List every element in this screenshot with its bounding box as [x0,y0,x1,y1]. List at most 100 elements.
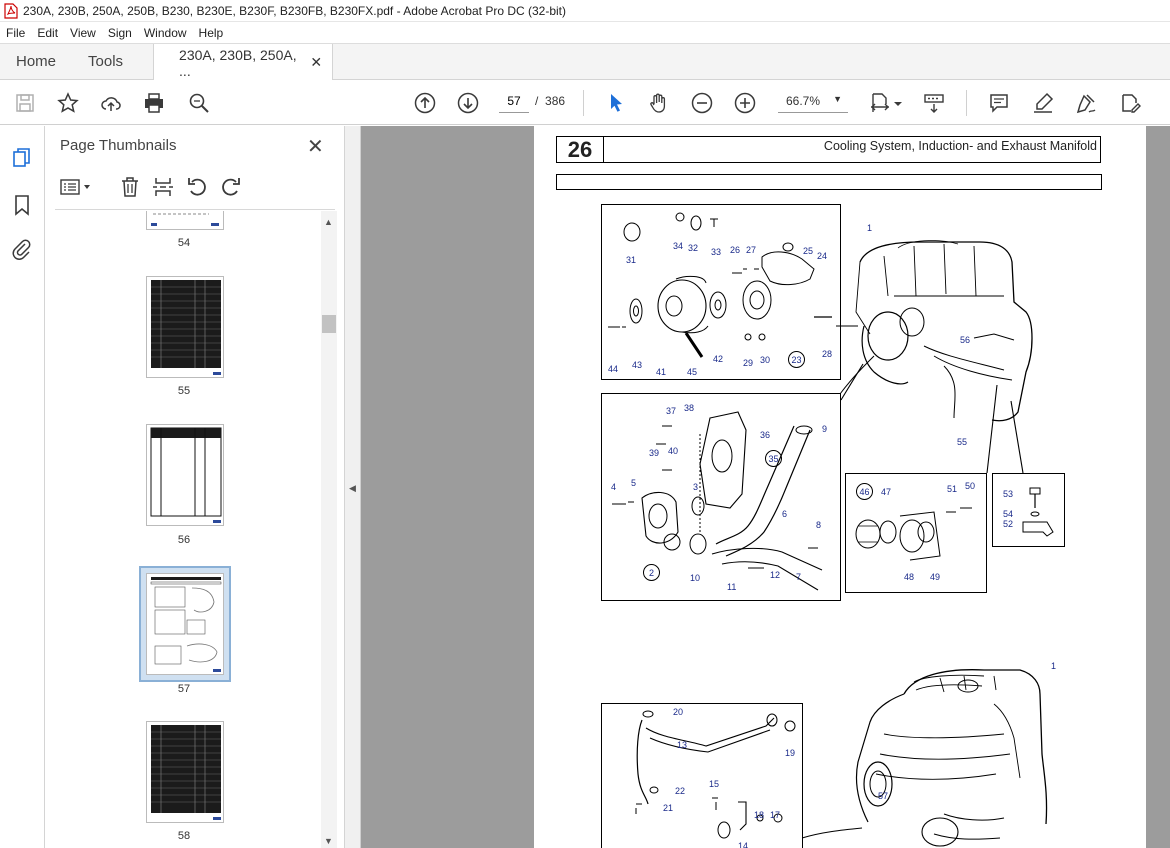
panel-splitter[interactable]: ◀ [345,126,361,848]
zoom-level-select[interactable]: 66.7% ▼ [778,89,848,113]
page-fit-icon[interactable] [868,91,892,115]
part-label: 34 [673,241,684,251]
page-fit-dropdown-icon[interactable] [893,91,903,115]
part-label: 43 [632,360,643,370]
part-label: 51 [947,484,958,494]
toolbar [0,80,1170,125]
section-number: 26 [556,136,604,163]
part-label-circled: 23 [788,351,805,368]
close-tab-icon[interactable]: ✕ [310,54,322,71]
part-label: 9 [822,424,828,434]
page-thumbnail-55[interactable] [146,276,224,378]
rotate-clockwise-icon[interactable] [219,174,243,200]
tab-home[interactable]: Home [0,44,72,79]
acrobat-pdf-icon [4,2,18,19]
page-number-57: 57 [177,683,191,695]
page-thumbnail-57[interactable] [146,573,224,675]
toolbar-divider [583,90,584,116]
part-label: 15 [709,779,720,789]
bookmark-star-icon[interactable] [56,91,80,115]
select-cursor-icon[interactable] [604,91,628,115]
page-thumbnails-panel: Page Thumbnails ✕ 54 55 56 57 58 ▲ ▼ [45,126,345,848]
menu-view[interactable]: View [70,26,96,40]
menu-help[interactable]: Help [199,26,224,40]
page-number-input[interactable] [499,89,529,113]
extract-pages-icon[interactable] [151,174,175,200]
comment-icon[interactable] [987,91,1011,115]
find-zoom-icon[interactable] [187,91,211,115]
document-view[interactable]: 26 Cooling System, Induction- and Exhaus… [361,126,1170,848]
part-label: 55 [957,437,968,447]
pipe-assembly-diagram: 20 13 19 15 22 21 18 17 14 [601,703,803,848]
part-label: 57 [878,791,889,801]
scrollbar-thumb[interactable] [322,315,336,333]
part-label: 21 [663,803,674,813]
attachments-icon[interactable] [10,238,34,262]
thumbnail-options-icon[interactable] [59,174,93,200]
menu-window[interactable]: Window [144,26,187,40]
zoom-dropdown-icon: ▼ [833,94,842,104]
part-label-circled: 2 [643,564,660,581]
part-label: 8 [816,520,822,530]
part-label: 31 [626,255,637,265]
zoom-out-icon[interactable] [690,91,714,115]
page-thumbnail-54[interactable] [146,211,224,230]
hand-tool-icon[interactable] [647,91,671,115]
sign-pen-icon[interactable] [1074,91,1098,115]
page-thumbnail-58[interactable] [146,721,224,823]
part-label: 14 [738,841,749,848]
part-label: 18 [754,810,765,820]
thumbnail-list: 54 55 56 57 58 [45,211,335,848]
zoom-in-icon[interactable] [733,91,757,115]
close-panel-icon[interactable]: ✕ [307,134,324,159]
thumbnail-scrollbar[interactable]: ▲ ▼ [321,211,337,848]
thermostat-diagram: 46 47 51 50 48 49 [845,473,987,593]
part-label: 24 [817,251,828,261]
next-page-icon[interactable] [456,91,480,115]
title-bar: 230A, 230B, 250A, 250B, B230, B230E, B23… [0,0,1170,22]
rotate-counterclockwise-icon[interactable] [185,174,209,200]
part-label: 11 [727,582,737,592]
delete-page-icon[interactable] [118,174,142,200]
part-label: 49 [930,572,941,582]
zoom-level-value: 66.7% [786,94,821,108]
scroll-up-icon[interactable]: ▲ [324,217,333,227]
part-label: 5 [631,478,637,488]
part-label: 50 [965,481,976,491]
highlight-pen-icon[interactable] [1031,91,1055,115]
tab-tools[interactable]: Tools [72,44,139,79]
page-thumbnails-icon[interactable] [10,146,34,170]
panel-divider [55,209,335,210]
part-label: 36 [760,430,771,440]
keyboard-scroll-icon[interactable] [922,91,946,115]
save-icon[interactable] [13,91,37,115]
menu-edit[interactable]: Edit [37,26,58,40]
bookmarks-icon[interactable] [10,193,34,217]
part-label: 20 [673,707,684,717]
part-label: 19 [785,748,796,758]
part-label: 45 [687,367,698,377]
page-number-56: 56 [177,534,191,546]
bracket-diagram: 53 54 52 [992,473,1065,547]
menu-file[interactable]: File [6,26,25,40]
engine-illustration-bottom [855,669,1048,847]
print-icon[interactable] [142,91,166,115]
part-label: 30 [760,355,771,365]
part-label: 41 [656,367,667,377]
part-label: 54 [1003,509,1014,519]
part-label: 56 [960,335,971,345]
menu-sign[interactable]: Sign [108,26,132,40]
tab-document[interactable]: 230A, 230B, 250A, ... ✕ [153,44,334,81]
part-label: 26 [730,245,741,255]
previous-page-icon[interactable] [413,91,437,115]
pdf-page: 26 Cooling System, Induction- and Exhaus… [534,126,1146,848]
share-edit-icon[interactable] [1118,91,1142,115]
part-label: 32 [688,243,699,253]
panel-title: Page Thumbnails [60,137,177,154]
page-total-label: / 386 [535,94,565,108]
scroll-down-icon[interactable]: ▼ [324,836,333,846]
upload-cloud-icon[interactable] [99,91,123,115]
collapse-panel-icon[interactable]: ◀ [349,483,356,494]
part-label: 10 [690,573,701,583]
page-thumbnail-56[interactable] [146,424,224,526]
